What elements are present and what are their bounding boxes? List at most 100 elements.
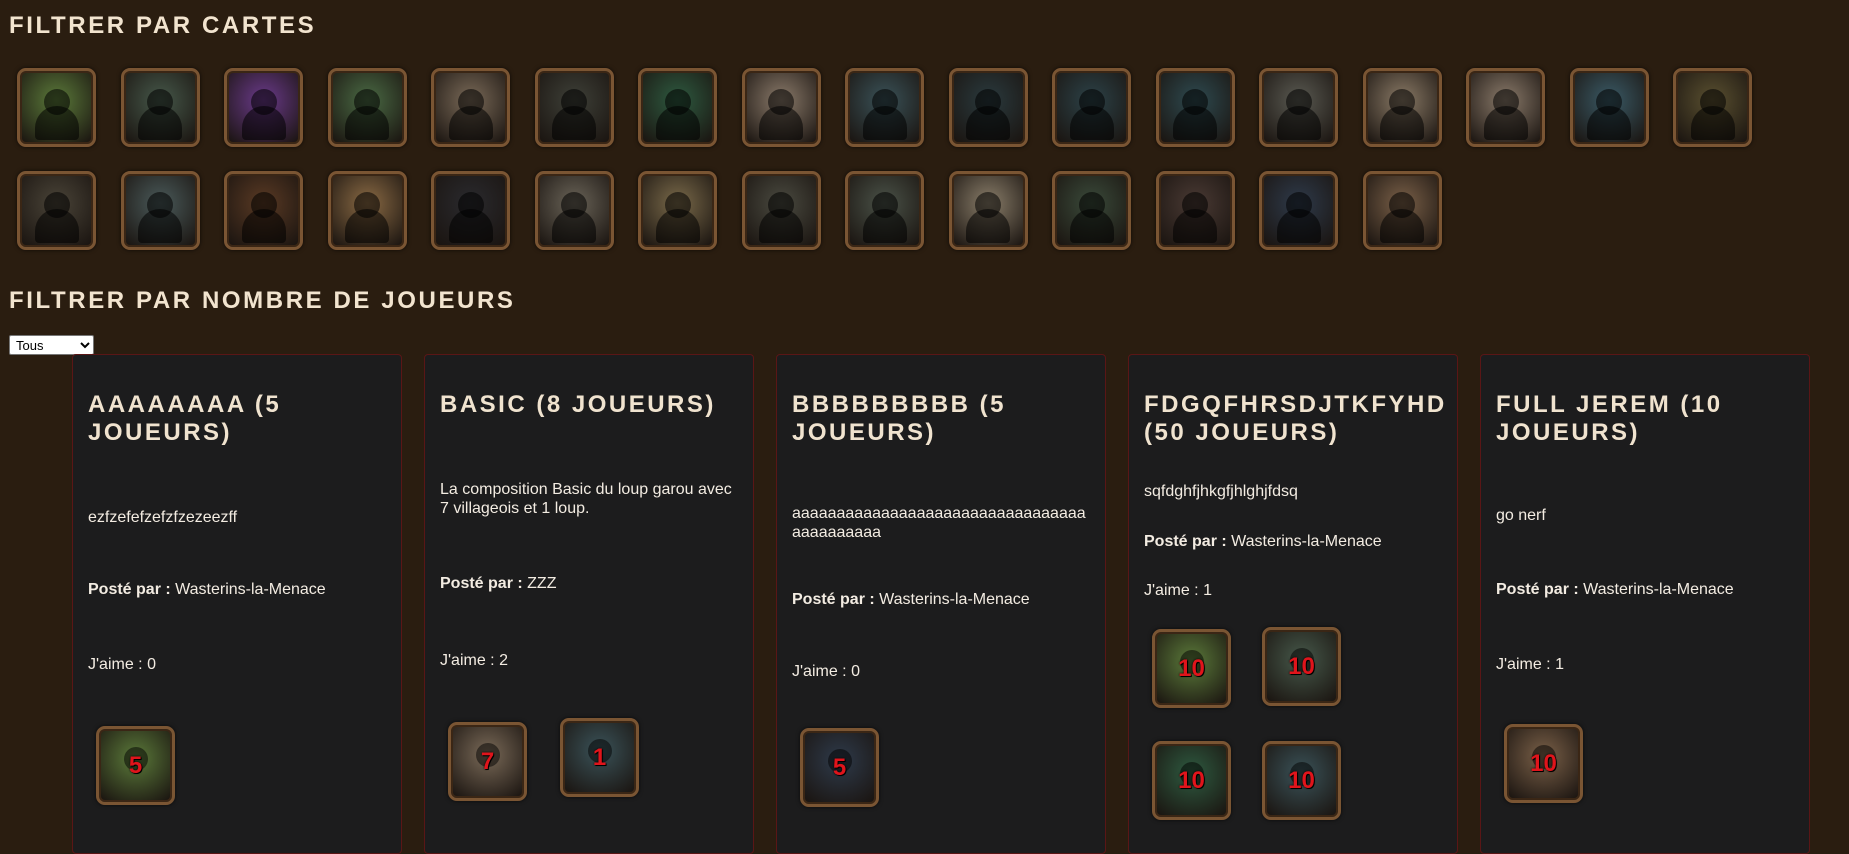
filter-cards-title: Filtrer par cartes [9, 12, 317, 39]
card-filter-sorceress-card[interactable] [1155, 171, 1235, 250]
composition-likes[interactable]: J'aime : 0 [88, 655, 388, 674]
composition-card-thumb: 5 [800, 728, 879, 807]
card-figure-body-icon [966, 106, 1010, 140]
card-filter-fox-card[interactable] [17, 68, 96, 147]
card-filter-seer-card[interactable] [224, 68, 303, 147]
card-filter-little-girl-card[interactable] [1673, 68, 1752, 147]
card-filter-wild-child-card[interactable] [948, 68, 1028, 147]
composition-card: Basic (8 joueurs) La composition Basic d… [424, 354, 754, 854]
card-count: 10 [1288, 766, 1315, 794]
author-name: Wasterins-la-Menace [175, 581, 326, 598]
composition-title: Basic (8 joueurs) [440, 391, 716, 418]
card-figure-body-icon [34, 106, 79, 140]
card-filter-pyromaniac-card[interactable] [224, 171, 303, 250]
card-filter-knight-card[interactable] [1259, 68, 1338, 147]
card-figure-body-icon [966, 209, 1010, 243]
card-figure-body-icon [862, 106, 907, 140]
card-filter-crow-card[interactable] [1052, 171, 1131, 250]
card-filter-angel-card[interactable] [1362, 68, 1442, 147]
card-figure-body-icon [1276, 106, 1321, 140]
card-filter-piper-card[interactable] [638, 68, 717, 147]
card-figure-body-icon [345, 209, 389, 243]
card-filter-old-man-card[interactable] [327, 171, 407, 250]
card-filter-two-sisters-card[interactable] [534, 171, 614, 250]
card-count: 10 [1288, 652, 1315, 680]
card-filter-villager-card[interactable] [431, 68, 510, 147]
composition-card-thumb: 5 [96, 726, 175, 805]
card-figure-body-icon [552, 106, 596, 140]
card-filter-hunter-card[interactable] [17, 171, 96, 250]
card-figure-body-icon [1276, 209, 1321, 243]
card-filter-priest-light-card[interactable] [948, 171, 1028, 250]
card-figure-body-icon [552, 209, 596, 243]
author-name: ZZZ [527, 575, 557, 592]
card-filter-white-werewolf-card[interactable] [1569, 68, 1649, 147]
card-filter-grid [17, 68, 1777, 250]
card-figure-body-icon [759, 106, 803, 140]
composition-card-thumb: 10 [1504, 724, 1583, 803]
card-figure-body-icon [1690, 106, 1735, 140]
card-figure-body-icon [1380, 106, 1424, 140]
card-filter-judge-throne-card[interactable] [1259, 171, 1338, 250]
card-count: 5 [128, 751, 143, 779]
composition-description: aaaaaaaaaaaaaaaaaaaaaaaaaaaaaaaaaaaaaaaa… [792, 505, 1086, 541]
card-count: 10 [1178, 766, 1205, 794]
card-figure-body-icon [1380, 209, 1424, 243]
card-filter-minstrel-card[interactable] [638, 171, 717, 250]
card-figure-body-icon [448, 209, 493, 243]
composition-likes[interactable]: J'aime : 1 [1496, 655, 1796, 674]
composition-likes[interactable]: J'aime : 2 [440, 651, 740, 670]
card-filter-servant-card[interactable] [1466, 68, 1545, 147]
player-count-select[interactable]: Tous [9, 335, 94, 355]
author-name: Wasterins-la-Menace [879, 591, 1030, 608]
card-figure-body-icon [138, 106, 182, 140]
composition-title: full jerem (10 joueurs) [1496, 391, 1723, 446]
card-count: 5 [832, 753, 847, 781]
composition-title: fdgqfhrsdjtkfyhd (50 joueurs) [1144, 391, 1447, 446]
author-name: Wasterins-la-Menace [1231, 533, 1382, 550]
card-filter-witch-cauldron-card[interactable] [327, 68, 407, 147]
card-figure-body-icon [138, 209, 182, 243]
card-filter-raven-hood-card[interactable] [431, 171, 510, 250]
card-figure-body-icon [1173, 106, 1217, 140]
card-filter-big-bad-wolf-card[interactable] [1155, 68, 1235, 147]
card-filter-villagers-trio-card[interactable] [120, 68, 200, 147]
composition-card-thumb: 10 [1262, 741, 1341, 820]
card-figure-body-icon [862, 209, 907, 243]
composition-description: La composition Basic du loup garou avec … [440, 481, 732, 517]
card-filter-werewolf-moon-card[interactable] [845, 68, 924, 147]
composition-card-thumb: 10 [1152, 741, 1231, 820]
card-filter-wolfdog-card[interactable] [120, 171, 200, 250]
composition-author: Posté par : Wasterins-la-Menace [88, 580, 388, 599]
card-count: 7 [480, 747, 495, 775]
card-filter-hooded-figure-card[interactable] [534, 68, 614, 147]
card-figure-body-icon [655, 209, 700, 243]
card-figure-body-icon [1069, 106, 1114, 140]
composition-title: aaaaaaaa (5 joueurs) [88, 391, 282, 446]
card-filter-elder-card[interactable] [741, 171, 821, 250]
composition-card: fdgqfhrsdjtkfyhd (50 joueurs) sqfdghfjhk… [1128, 354, 1458, 854]
card-figure-body-icon [759, 209, 803, 243]
composition-card-thumb: 10 [1262, 627, 1341, 706]
composition-author: Posté par : Wasterins-la-Menace [792, 590, 1092, 609]
composition-author: Posté par : ZZZ [440, 574, 740, 593]
composition-card-thumb: 1 [560, 718, 639, 797]
posted-by-label: Posté par : [440, 575, 523, 592]
card-filter-bear-tamer-card[interactable] [1362, 171, 1442, 250]
card-figure-body-icon [1069, 209, 1114, 243]
posted-by-label: Posté par : [792, 591, 875, 608]
composition-likes[interactable]: J'aime : 1 [1144, 581, 1444, 600]
card-figure-body-icon [34, 209, 79, 243]
posted-by-label: Posté par : [1496, 581, 1579, 598]
card-figure-body-icon [345, 106, 389, 140]
posted-by-label: Posté par : [1144, 533, 1227, 550]
posted-by-label: Posté par : [88, 581, 171, 598]
card-filter-wolf-moon-card[interactable] [1052, 68, 1131, 147]
composition-likes[interactable]: J'aime : 0 [792, 662, 1092, 681]
card-count: 10 [1178, 654, 1205, 682]
card-filter-cupid-card[interactable] [741, 68, 821, 147]
composition-card: bbbbbbbbb (5 joueurs) aaaaaaaaaaaaaaaaaa… [776, 354, 1106, 854]
card-filter-masked-figure-card[interactable] [845, 171, 924, 250]
card-figure-body-icon [1587, 106, 1631, 140]
composition-description: ezfzefefzefzfzezeezff [88, 509, 238, 526]
